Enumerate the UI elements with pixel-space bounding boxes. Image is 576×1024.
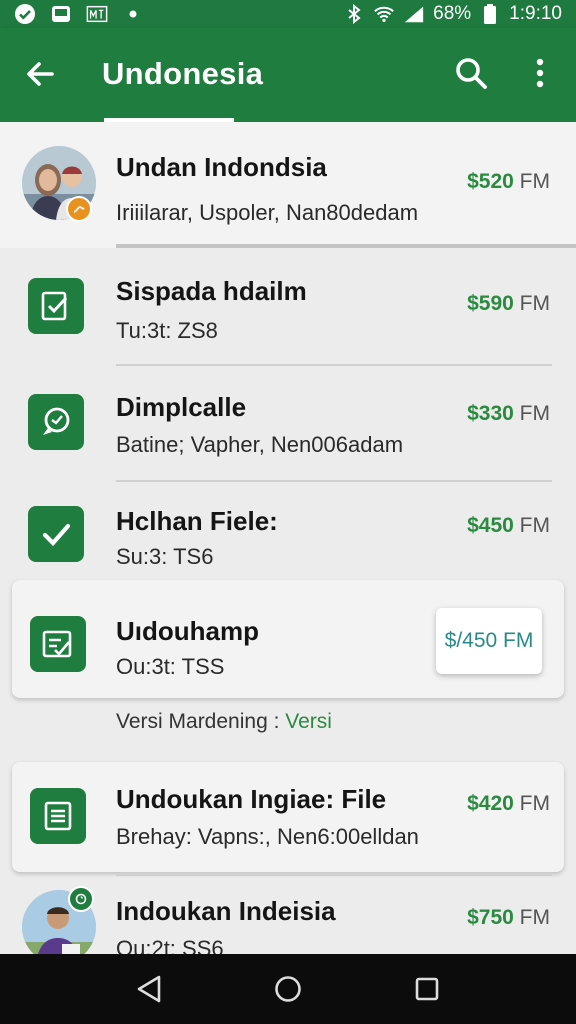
battery-icon: [479, 4, 501, 24]
divider: [116, 244, 576, 248]
list-item-card[interactable]: Uıdouhamp Ou:3t: TSS $/450 FM: [12, 580, 564, 698]
system-nav-bar: [0, 954, 576, 1024]
back-triangle-icon[interactable]: [129, 969, 169, 1009]
item-list: Undan Indondsia Iriiilarar, Uspoler, Nan…: [0, 122, 576, 954]
home-circle-icon[interactable]: [268, 969, 308, 1009]
list-item[interactable]: Sispada hdailm Tu:3t: ZS8 $590 FM: [0, 250, 576, 366]
item-subtitle: Su:3: TS6: [116, 544, 214, 569]
list-item[interactable]: Indoukan Indeisia Ou:2t: SS6 $750 FM: [0, 878, 576, 954]
item-title: Dimplcalle: [116, 392, 247, 422]
item-subtitle: Ou:2t: SS6: [116, 936, 224, 954]
item-price: $750 FM: [467, 906, 550, 929]
item-price: $590 FM: [467, 292, 550, 315]
item-title: Undan Indondsia: [116, 152, 327, 182]
item-price: $330 FM: [467, 402, 550, 425]
dot-icon: [122, 4, 144, 24]
app-bar: Undonesia: [0, 28, 576, 122]
recents-square-icon[interactable]: [407, 969, 447, 1009]
item-subtitle: Brehay: Vapns:, Nen6:00elldan: [116, 824, 419, 849]
item-title: Undoukan Ingiae: File: [116, 784, 387, 814]
version-info: Versi Mardening : Versi: [116, 710, 332, 733]
item-subtitle: Ou:3t: TSS: [116, 654, 225, 679]
list-item[interactable]: Undan Indondsia Iriiilarar, Uspoler, Nan…: [0, 122, 576, 248]
list-item[interactable]: Dimplcalle Batine; Vapher, Nen006adam $3…: [0, 366, 576, 482]
edit-badge-icon: [66, 196, 92, 222]
item-subtitle: Batine; Vapher, Nen006adam: [116, 432, 404, 457]
more-vert-icon[interactable]: [522, 52, 558, 94]
item-price: $450 FM: [467, 514, 550, 537]
item-title: Indoukan Indeisia: [116, 896, 336, 926]
list-item-card[interactable]: Undoukan Ingiae: File Brehay: Vapns:, Ne…: [12, 762, 564, 872]
screen-icon: [50, 4, 72, 24]
wifi-icon: [373, 4, 395, 24]
item-subtitle: Iriiilarar, Uspoler, Nan80dedam: [116, 200, 419, 225]
back-arrow-icon[interactable]: [20, 54, 60, 94]
signal-icon: [403, 4, 425, 24]
battery-percent: 68%: [433, 3, 472, 24]
edit-check-icon: [28, 278, 84, 334]
item-price: $420 FM: [467, 792, 550, 815]
list-item[interactable]: Hclhan Fiele: Su:3: TS6 $450 FM: [0, 482, 576, 594]
list-doc-icon: [30, 788, 86, 844]
item-price: $520 FM: [467, 170, 550, 193]
status-bar: 68% 1:9:10: [0, 0, 576, 28]
price-chip[interactable]: $/450 FM: [436, 608, 542, 674]
item-title: Uıdouhamp: [116, 616, 259, 646]
chat-icon: [28, 394, 84, 450]
divider: [116, 874, 552, 876]
search-icon[interactable]: [450, 52, 492, 94]
check-icon: [28, 506, 84, 562]
refresh-badge-icon: [68, 886, 94, 912]
item-title: Sispada hdailm: [116, 276, 307, 306]
doc-edit-icon: [30, 616, 86, 672]
item-title: Hclhan Fiele:: [116, 506, 278, 536]
sim-icon: [86, 4, 108, 24]
page-title: Undonesia: [102, 56, 264, 91]
bluetooth-icon: [343, 4, 365, 24]
clock: 1:9:10: [509, 3, 562, 24]
check-circle-icon: [14, 4, 36, 24]
item-subtitle: Tu:3t: ZS8: [116, 318, 218, 343]
